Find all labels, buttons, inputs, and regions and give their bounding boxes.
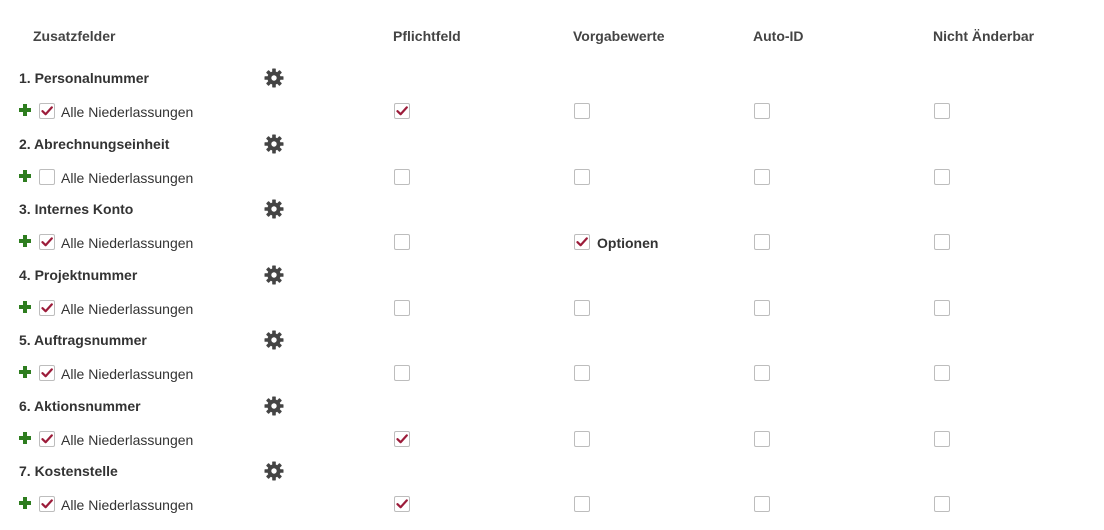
- add-icon[interactable]: [19, 235, 31, 247]
- add-icon[interactable]: [19, 170, 31, 182]
- pflichtfeld-checkbox[interactable]: [394, 496, 410, 512]
- add-icon[interactable]: [19, 497, 31, 509]
- scope-checkbox[interactable]: [39, 103, 55, 119]
- auto-id-checkbox[interactable]: [754, 365, 770, 381]
- nicht-aenderbar-checkbox[interactable]: [934, 169, 950, 185]
- pflichtfeld-checkbox[interactable]: [394, 234, 410, 250]
- scope-label[interactable]: Alle Niederlassungen: [61, 104, 193, 120]
- gear-icon[interactable]: [264, 330, 284, 350]
- scope-label[interactable]: Alle Niederlassungen: [61, 170, 193, 186]
- scope-checkbox[interactable]: [39, 431, 55, 447]
- vorgabewerte-checkbox[interactable]: [574, 169, 590, 185]
- auto-id-checkbox[interactable]: [754, 431, 770, 447]
- header-pflichtfeld: Pflichtfeld: [393, 28, 461, 44]
- nicht-aenderbar-checkbox[interactable]: [934, 300, 950, 316]
- field-title: 2. Abrechnungseinheit: [19, 136, 170, 152]
- scope-label[interactable]: Alle Niederlassungen: [61, 497, 193, 513]
- gear-icon[interactable]: [264, 461, 284, 481]
- field-title: 1. Personalnummer: [19, 70, 149, 86]
- vorgabewerte-checkbox[interactable]: [574, 234, 590, 250]
- field-title: 4. Projektnummer: [19, 267, 138, 283]
- vorgabewerte-checkbox[interactable]: [574, 300, 590, 316]
- vorgabewerte-checkbox[interactable]: [574, 496, 590, 512]
- auto-id-checkbox[interactable]: [754, 169, 770, 185]
- nicht-aenderbar-checkbox[interactable]: [934, 496, 950, 512]
- scope-checkbox[interactable]: [39, 365, 55, 381]
- add-icon[interactable]: [19, 432, 31, 444]
- pflichtfeld-checkbox[interactable]: [394, 431, 410, 447]
- nicht-aenderbar-checkbox[interactable]: [934, 431, 950, 447]
- auto-id-checkbox[interactable]: [754, 300, 770, 316]
- optionen-link[interactable]: Optionen: [597, 235, 658, 251]
- gear-icon[interactable]: [264, 68, 284, 88]
- field-title: 5. Auftragsnummer: [19, 332, 147, 348]
- vorgabewerte-checkbox[interactable]: [574, 431, 590, 447]
- field-title: 6. Aktionsnummer: [19, 398, 141, 414]
- gear-icon[interactable]: [264, 396, 284, 416]
- auto-id-checkbox[interactable]: [754, 496, 770, 512]
- header-vorgabewerte: Vorgabewerte: [573, 28, 665, 44]
- header-auto-id: Auto-ID: [753, 28, 804, 44]
- field-title: 3. Internes Konto: [19, 201, 134, 217]
- pflichtfeld-checkbox[interactable]: [394, 365, 410, 381]
- scope-label[interactable]: Alle Niederlassungen: [61, 301, 193, 317]
- nicht-aenderbar-checkbox[interactable]: [934, 103, 950, 119]
- scope-checkbox[interactable]: [39, 300, 55, 316]
- scope-label[interactable]: Alle Niederlassungen: [61, 432, 193, 448]
- scope-label[interactable]: Alle Niederlassungen: [61, 235, 193, 251]
- field-title: 7. Kostenstelle: [19, 463, 118, 479]
- scope-checkbox[interactable]: [39, 169, 55, 185]
- auto-id-checkbox[interactable]: [754, 103, 770, 119]
- header-zusatzfelder: Zusatzfelder: [33, 28, 116, 44]
- add-icon[interactable]: [19, 366, 31, 378]
- gear-icon[interactable]: [264, 199, 284, 219]
- pflichtfeld-checkbox[interactable]: [394, 169, 410, 185]
- add-icon[interactable]: [19, 104, 31, 116]
- scope-label[interactable]: Alle Niederlassungen: [61, 366, 193, 382]
- pflichtfeld-checkbox[interactable]: [394, 103, 410, 119]
- nicht-aenderbar-checkbox[interactable]: [934, 234, 950, 250]
- header-nicht-aenderbar: Nicht Änderbar: [933, 28, 1035, 44]
- nicht-aenderbar-checkbox[interactable]: [934, 365, 950, 381]
- pflichtfeld-checkbox[interactable]: [394, 300, 410, 316]
- gear-icon[interactable]: [264, 134, 284, 154]
- gear-icon[interactable]: [264, 265, 284, 285]
- scope-checkbox[interactable]: [39, 496, 55, 512]
- vorgabewerte-checkbox[interactable]: [574, 103, 590, 119]
- vorgabewerte-checkbox[interactable]: [574, 365, 590, 381]
- auto-id-checkbox[interactable]: [754, 234, 770, 250]
- add-icon[interactable]: [19, 301, 31, 313]
- scope-checkbox[interactable]: [39, 234, 55, 250]
